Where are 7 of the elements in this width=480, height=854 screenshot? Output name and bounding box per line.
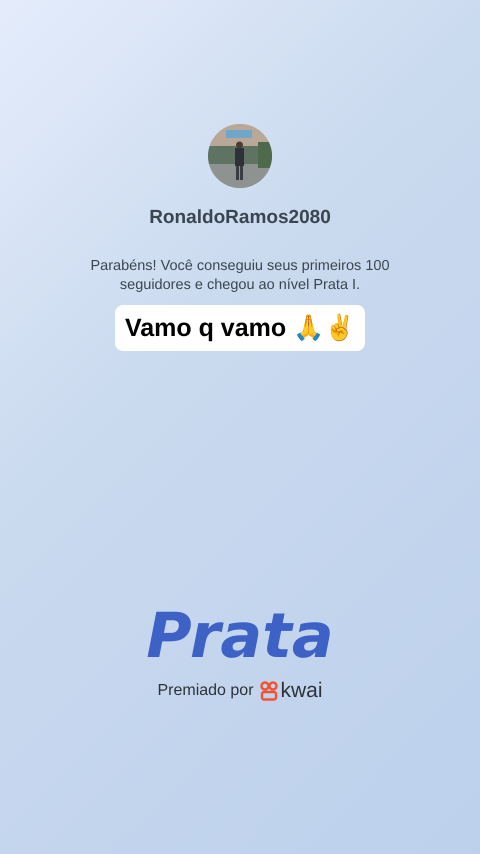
congratulations-message: Parabéns! Você conseguiu seus primeiros 100 seguidores e chegou ao nível Prata I. xyxy=(89,256,391,294)
caption: Vamo q vamo 🙏✌ xyxy=(114,304,366,350)
kwai-logo-icon xyxy=(260,680,278,700)
awarded-by-label: Premiado por xyxy=(157,680,254,700)
username: RonaldoRamos2080 xyxy=(149,206,331,230)
level-title: Prata xyxy=(146,600,334,670)
brand-name: kwai xyxy=(280,680,323,702)
